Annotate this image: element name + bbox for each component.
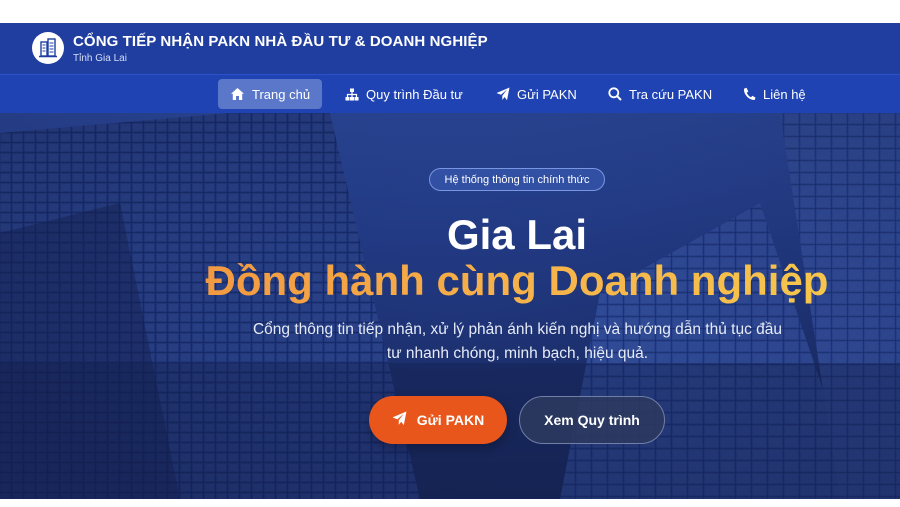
nav-item-label: Tra cứu PAKN — [629, 86, 713, 102]
nav-item-tra-cuu[interactable]: Tra cứu PAKN — [596, 79, 724, 109]
sitemap-icon — [345, 88, 359, 101]
hero-section: Hệ thống thông tin chính thức Gia Lai Đồ… — [0, 113, 900, 499]
search-icon — [608, 87, 622, 101]
home-icon — [230, 87, 245, 101]
nav-item-lien-he[interactable]: Liên hệ — [731, 79, 818, 109]
send-pakn-button[interactable]: Gửi PAKN — [369, 396, 507, 444]
site-header: CỔNG TIẾP NHẬN PAKN NHÀ ĐẦU TƯ & DOANH N… — [0, 23, 900, 74]
nav-item-quy-trinh[interactable]: Quy trình Đầu tư — [333, 79, 475, 109]
view-process-button[interactable]: Xem Quy trình — [519, 396, 665, 444]
hero-lead: Cổng thông tin tiếp nhận, xử lý phản ánh… — [240, 318, 795, 366]
hero-lead-line1: Cổng thông tin tiếp nhận, xử lý phản ánh… — [252, 321, 782, 338]
nav-item-label: Quy trình Đầu tư — [366, 86, 463, 102]
send-pakn-button-label: Gửi PAKN — [416, 412, 485, 428]
paper-plane-icon — [496, 87, 510, 101]
nav-item-gui-pakn[interactable]: Gửi PAKN — [484, 79, 589, 109]
page: CỔNG TIẾP NHẬN PAKN NHÀ ĐẦU TƯ & DOANH N… — [0, 23, 900, 499]
nav-item-label: Liên hệ — [763, 86, 806, 102]
paper-plane-icon — [392, 411, 407, 429]
nav-item-trang-chu[interactable]: Trang chủ — [218, 79, 323, 109]
view-process-button-label: Xem Quy trình — [544, 412, 640, 428]
site-title[interactable]: CỔNG TIẾP NHẬN PAKN NHÀ ĐẦU TƯ & DOANH N… — [73, 33, 488, 50]
site-subtitle: Tỉnh Gia Lai — [73, 53, 127, 64]
hero-headline-line2: Đồng hành cùng Doanh nghiệp — [0, 257, 900, 305]
phone-icon — [743, 87, 756, 101]
hero-lead-line2: tư nhanh chóng, minh bạch, hiệu quả. — [386, 345, 649, 362]
nav-item-label: Gửi PAKN — [517, 86, 577, 102]
official-badge: Hệ thống thông tin chính thức — [429, 168, 605, 191]
hero-headline-line1: Gia Lai — [446, 211, 588, 258]
nav-item-label: Trang chủ — [252, 86, 311, 102]
main-nav: Trang chủ Quy trình Đầu tư Gửi PAKN Tra … — [0, 74, 900, 113]
building-icon[interactable] — [32, 32, 64, 64]
